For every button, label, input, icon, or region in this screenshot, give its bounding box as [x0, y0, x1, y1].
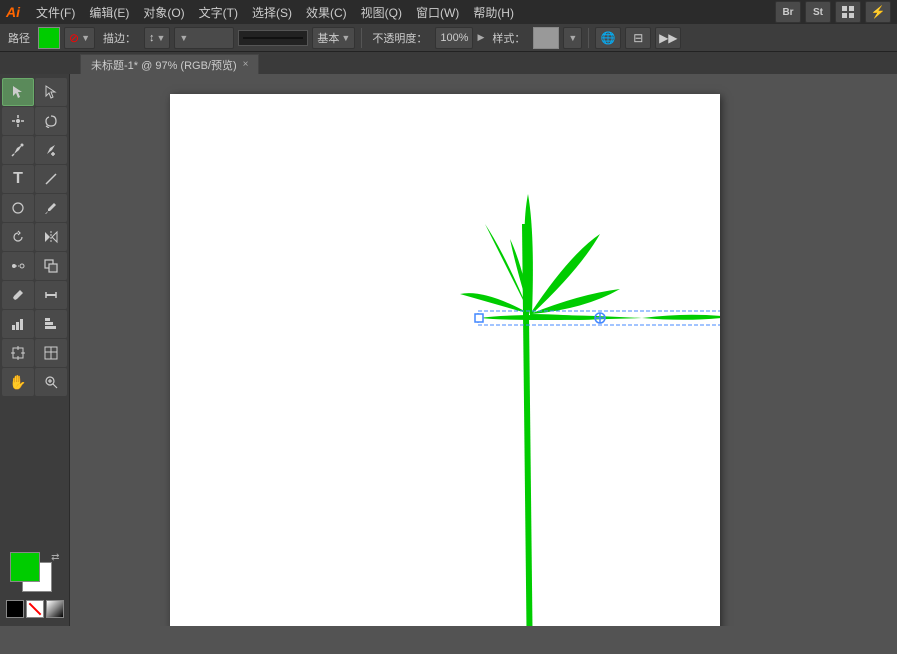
color-area: ⇄	[2, 548, 67, 622]
line-tool[interactable]	[35, 165, 67, 193]
tool-row-10	[2, 339, 67, 367]
eyedropper-tool[interactable]	[2, 281, 34, 309]
align-icon[interactable]: ⊟	[625, 27, 651, 49]
color-mode-row	[4, 600, 65, 618]
tab-title: 未标题-1* @ 97% (RGB/预览)	[91, 57, 237, 73]
ai-logo: Ai	[6, 4, 20, 20]
sep2	[588, 28, 589, 48]
lasso-tool[interactable]	[35, 107, 67, 135]
menu-window[interactable]: 窗口(W)	[410, 2, 465, 23]
ellipse-tool[interactable]	[2, 194, 34, 222]
reflect-tool[interactable]	[35, 223, 67, 251]
canvas-area[interactable]	[70, 74, 897, 626]
path-label: 路径	[4, 30, 34, 46]
opacity-label: 不透明度：	[368, 30, 431, 46]
title-bar: Ai 文件(F) 编辑(E) 对象(O) 文字(T) 选择(S) 效果(C) 视…	[0, 0, 897, 24]
tab-close-btn[interactable]: ×	[243, 59, 249, 70]
menu-file[interactable]: 文件(F)	[30, 2, 81, 23]
search-btn[interactable]: ⚡	[865, 1, 891, 23]
menu-effect[interactable]: 效果(C)	[300, 2, 353, 23]
black-swatch[interactable]	[6, 600, 24, 618]
paintbrush-tool[interactable]	[35, 194, 67, 222]
artboard-tool[interactable]	[2, 339, 34, 367]
bar-graph-tool[interactable]	[35, 310, 67, 338]
brush-dropdown[interactable]: ⊘ ▼	[64, 27, 95, 49]
top-right-icons: Br St ⚡	[775, 1, 891, 23]
fill-color-swatch[interactable]	[38, 27, 60, 49]
menu-help[interactable]: 帮助(H)	[467, 2, 520, 23]
stock-btn[interactable]: St	[805, 1, 831, 23]
type-tool[interactable]: T	[2, 165, 34, 193]
workspace-btn[interactable]	[835, 1, 861, 23]
style-swatch[interactable]	[533, 27, 559, 49]
opacity-value[interactable]: 100%	[435, 27, 473, 49]
menu-view[interactable]: 视图(Q)	[355, 2, 408, 23]
stroke-label: 描边：	[99, 30, 140, 46]
tool-row-3	[2, 136, 67, 164]
stroke-width-dropdown[interactable]: ▼	[174, 27, 234, 49]
magic-wand-tool[interactable]	[2, 107, 34, 135]
fg-bg-swatches: ⇄	[10, 552, 60, 596]
gradient-swatch[interactable]	[46, 600, 64, 618]
foreground-swatch[interactable]	[10, 552, 40, 582]
main-layout: T	[0, 74, 897, 626]
menu-select[interactable]: 选择(S)	[246, 2, 298, 23]
stroke-size-dropdown[interactable]: ↕ ▼	[144, 27, 170, 49]
menu-bar: 文件(F) 编辑(E) 对象(O) 文字(T) 选择(S) 效果(C) 视图(Q…	[30, 2, 775, 23]
direct-select-tool[interactable]	[35, 78, 67, 106]
left-toolbar: T	[0, 74, 70, 626]
menu-edit[interactable]: 编辑(E)	[83, 2, 135, 23]
basic-dropdown[interactable]: 基本 ▼	[312, 27, 355, 49]
tool-row-4: T	[2, 165, 67, 193]
none-swatch[interactable]	[26, 600, 44, 618]
tool-row-1	[2, 78, 67, 106]
slice-tool[interactable]	[35, 339, 67, 367]
tool-row-6	[2, 223, 67, 251]
pen-tool[interactable]	[2, 136, 34, 164]
globe-icon[interactable]: 🌐	[595, 27, 621, 49]
style-label: 样式：	[488, 30, 529, 46]
tool-row-2	[2, 107, 67, 135]
blend-tool[interactable]	[2, 252, 34, 280]
measure-tool[interactable]	[35, 281, 67, 309]
add-anchor-tool[interactable]	[35, 136, 67, 164]
stroke-preview	[238, 30, 308, 46]
hand-tool[interactable]: ✋	[2, 368, 34, 396]
top-toolbar: 路径 ⊘ ▼ 描边： ↕ ▼ ▼ 基本 ▼ 不透明度： 100% ▶ 样式： ▼…	[0, 24, 897, 52]
tool-row-9	[2, 310, 67, 338]
tab-bar: 未标题-1* @ 97% (RGB/预览) ×	[0, 52, 897, 74]
style-dropdown[interactable]: ▼	[563, 27, 582, 49]
tool-row-7	[2, 252, 67, 280]
column-graph-tool[interactable]	[2, 310, 34, 338]
menu-text[interactable]: 文字(T)	[193, 2, 244, 23]
opacity-chevron: ▶	[477, 32, 484, 43]
scale-tool[interactable]	[35, 252, 67, 280]
menu-object[interactable]: 对象(O)	[137, 2, 190, 23]
tool-row-8	[2, 281, 67, 309]
bridge-btn[interactable]: Br	[775, 1, 801, 23]
tool-row-11: ✋	[2, 368, 67, 396]
tool-row-5	[2, 194, 67, 222]
canvas-document	[170, 94, 720, 626]
zoom-tool[interactable]	[35, 368, 67, 396]
swap-colors-icon[interactable]: ⇄	[51, 552, 59, 563]
document-tab[interactable]: 未标题-1* @ 97% (RGB/预览) ×	[80, 54, 259, 74]
rotate-tool[interactable]	[2, 223, 34, 251]
select-tool[interactable]	[2, 78, 34, 106]
more-icon[interactable]: ▶▶	[655, 27, 681, 49]
sep1	[361, 28, 362, 48]
